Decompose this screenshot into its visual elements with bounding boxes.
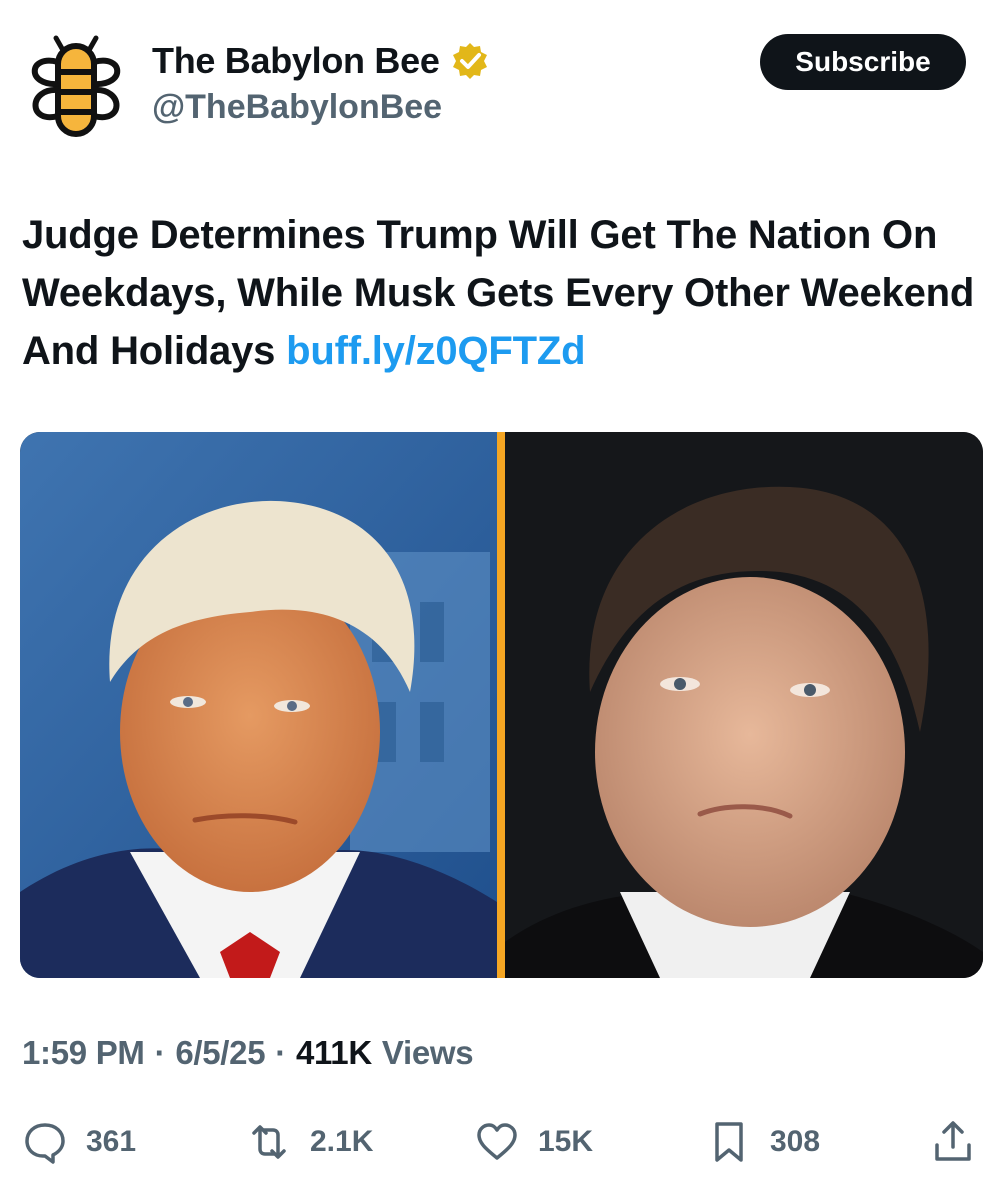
action-bar: 361 2.1K 15K 308	[0, 1112, 1003, 1172]
like-count: 15K	[538, 1125, 594, 1158]
tweet-link[interactable]: buff.ly/z0QFTZd	[286, 329, 585, 373]
avatar[interactable]	[22, 32, 130, 140]
right-portrait	[505, 432, 983, 978]
bookmark-count: 308	[770, 1125, 821, 1158]
tweet-time[interactable]: 1:59 PM	[22, 1034, 145, 1072]
account-name-row[interactable]: The Babylon Bee	[152, 40, 490, 82]
heart-icon	[477, 1123, 517, 1160]
media-divider	[497, 432, 505, 978]
bookmark-icon	[715, 1122, 743, 1162]
meta-separator: ·	[154, 1034, 166, 1071]
bee-logo-icon	[31, 35, 121, 137]
repost-button[interactable]: 2.1K	[246, 1112, 373, 1172]
tweet-date[interactable]: 6/5/25	[175, 1034, 265, 1072]
views-count: 411K	[295, 1034, 372, 1071]
repost-icon	[252, 1125, 286, 1159]
media-image	[20, 432, 983, 978]
bookmark-button[interactable]: 308	[706, 1112, 820, 1172]
views-label: Views	[381, 1034, 474, 1071]
repost-count: 2.1K	[310, 1125, 374, 1158]
display-name[interactable]: The Babylon Bee	[152, 40, 440, 82]
share-button[interactable]	[930, 1112, 976, 1172]
meta-separator-2: ·	[275, 1034, 286, 1071]
share-icon	[935, 1121, 971, 1161]
tweet-media[interactable]	[20, 432, 983, 978]
reply-button[interactable]: 361	[22, 1112, 136, 1172]
verified-badge-icon	[452, 43, 487, 79]
tweet-text: Judge Determines Trump Will Get The Nati…	[22, 206, 982, 380]
account-handle[interactable]: @TheBabylonBee	[152, 88, 442, 127]
subscribe-button[interactable]: Subscribe	[760, 34, 966, 90]
tweet-meta: 1:59 PM · 6/5/25 · 411K Views	[22, 1034, 474, 1072]
reply-count: 361	[86, 1125, 137, 1158]
reply-icon	[25, 1123, 65, 1164]
left-portrait	[20, 432, 497, 978]
like-button[interactable]: 15K	[474, 1112, 593, 1172]
